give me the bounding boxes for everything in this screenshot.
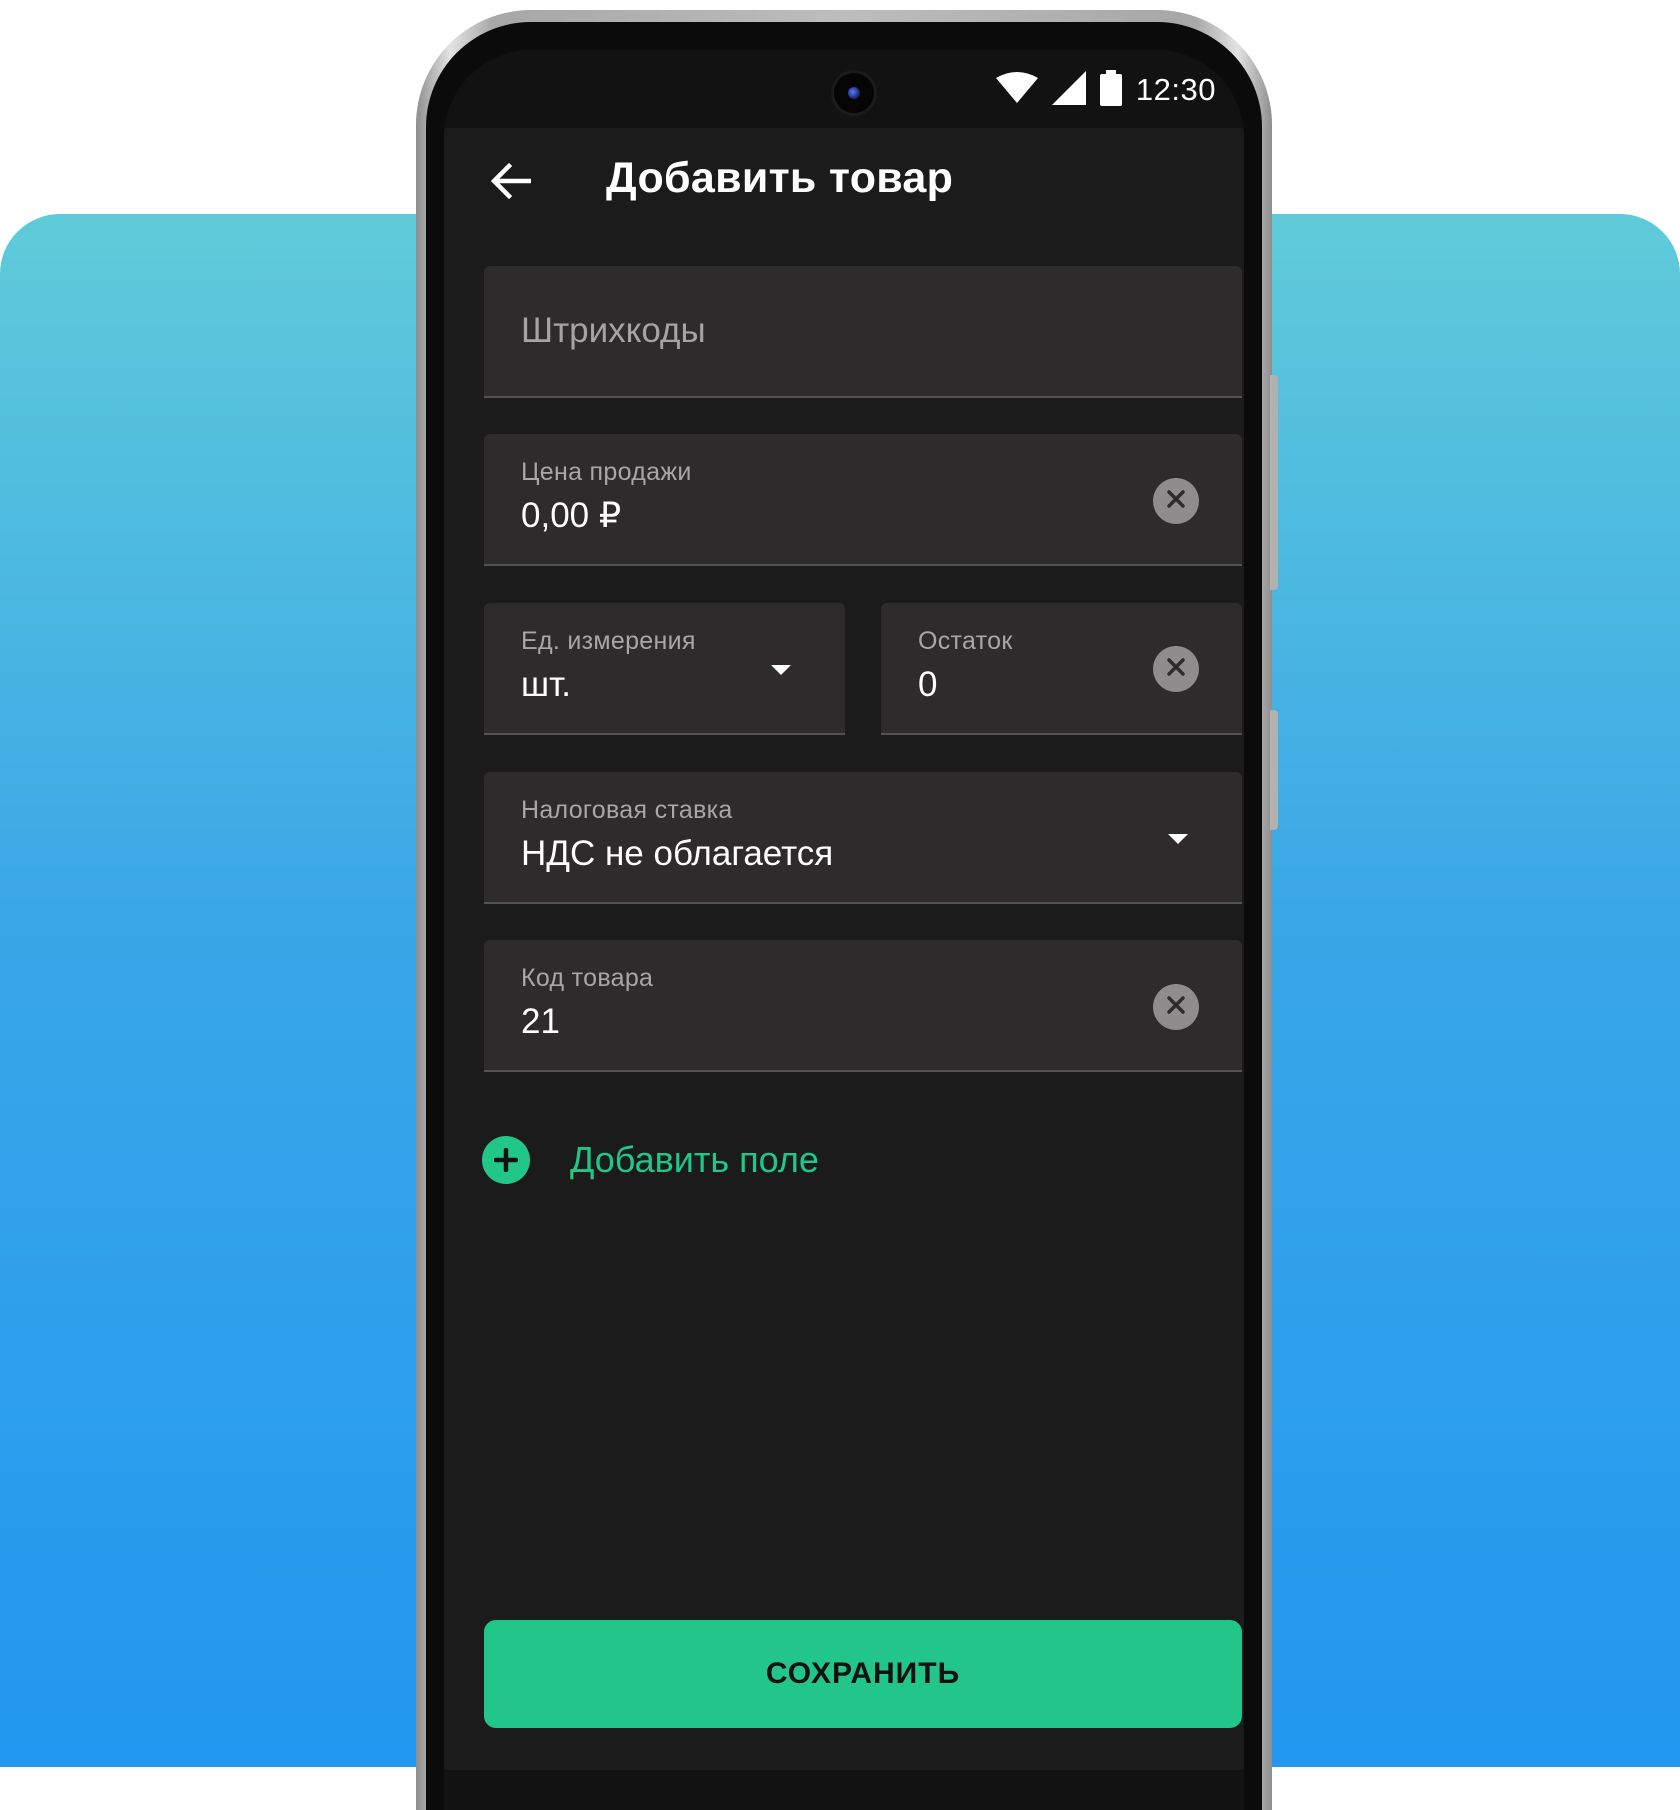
status-time: 12:30 (1135, 72, 1216, 107)
stock-field[interactable]: Остаток 0 (881, 603, 1242, 735)
dropdown-arrow-icon (771, 665, 791, 675)
product-code-clear-button[interactable] (1153, 984, 1199, 1030)
product-code-value: 21 (521, 1002, 560, 1041)
dropdown-arrow-icon (1168, 834, 1188, 844)
stock-value: 0 (918, 665, 938, 704)
navigation-bar (444, 1770, 1244, 1810)
page-title: Добавить товар (606, 154, 954, 202)
save-button[interactable]: СОХРАНИТЬ (484, 1620, 1242, 1728)
back-button[interactable] (486, 158, 536, 208)
signal-icon (1051, 71, 1086, 109)
tax-rate-value: НДС не облагается (521, 834, 834, 873)
front-camera (834, 73, 874, 113)
power-button (1270, 710, 1278, 830)
status-icons: 12:30 (995, 70, 1216, 110)
unit-dropdown[interactable]: Ед. измерения шт. (484, 603, 845, 735)
sale-price-label: Цена продажи (521, 458, 692, 486)
status-bar: 12:30 (444, 50, 1244, 128)
close-icon (1167, 996, 1185, 1018)
barcodes-placeholder: Штрихкоды (521, 311, 706, 350)
battery-icon (1099, 70, 1122, 110)
add-field-button[interactable]: Добавить поле (482, 1136, 819, 1184)
product-code-label: Код товара (521, 964, 654, 992)
tax-rate-label: Налоговая ставка (521, 796, 733, 824)
tax-rate-dropdown[interactable]: Налоговая ставка НДС не облагается (484, 772, 1242, 904)
volume-button (1270, 375, 1278, 590)
barcodes-field[interactable]: Штрихкоды (484, 266, 1242, 398)
sale-price-field[interactable]: Цена продажи 0,00 ₽ (484, 434, 1242, 566)
phone-bezel: 12:30 Добавить товар Штрихкоды Цена прод… (426, 22, 1262, 1810)
arrow-left-icon (490, 162, 532, 203)
sale-price-clear-button[interactable] (1153, 478, 1199, 524)
close-icon (1167, 658, 1185, 680)
unit-label: Ед. измерения (521, 627, 696, 655)
phone-frame: 12:30 Добавить товар Штрихкоды Цена прод… (416, 10, 1278, 1810)
add-field-label: Добавить поле (570, 1139, 819, 1180)
unit-value: шт. (521, 665, 571, 704)
sale-price-value: 0,00 ₽ (521, 496, 622, 535)
wifi-icon (995, 72, 1038, 108)
phone-screen: 12:30 Добавить товар Штрихкоды Цена прод… (444, 50, 1244, 1810)
stock-clear-button[interactable] (1153, 646, 1199, 692)
stock-label: Остаток (918, 627, 1013, 655)
plus-icon (482, 1136, 530, 1184)
app-bar: Добавить товар (444, 128, 1244, 238)
product-code-field[interactable]: Код товара 21 (484, 940, 1242, 1072)
close-icon (1167, 490, 1185, 512)
